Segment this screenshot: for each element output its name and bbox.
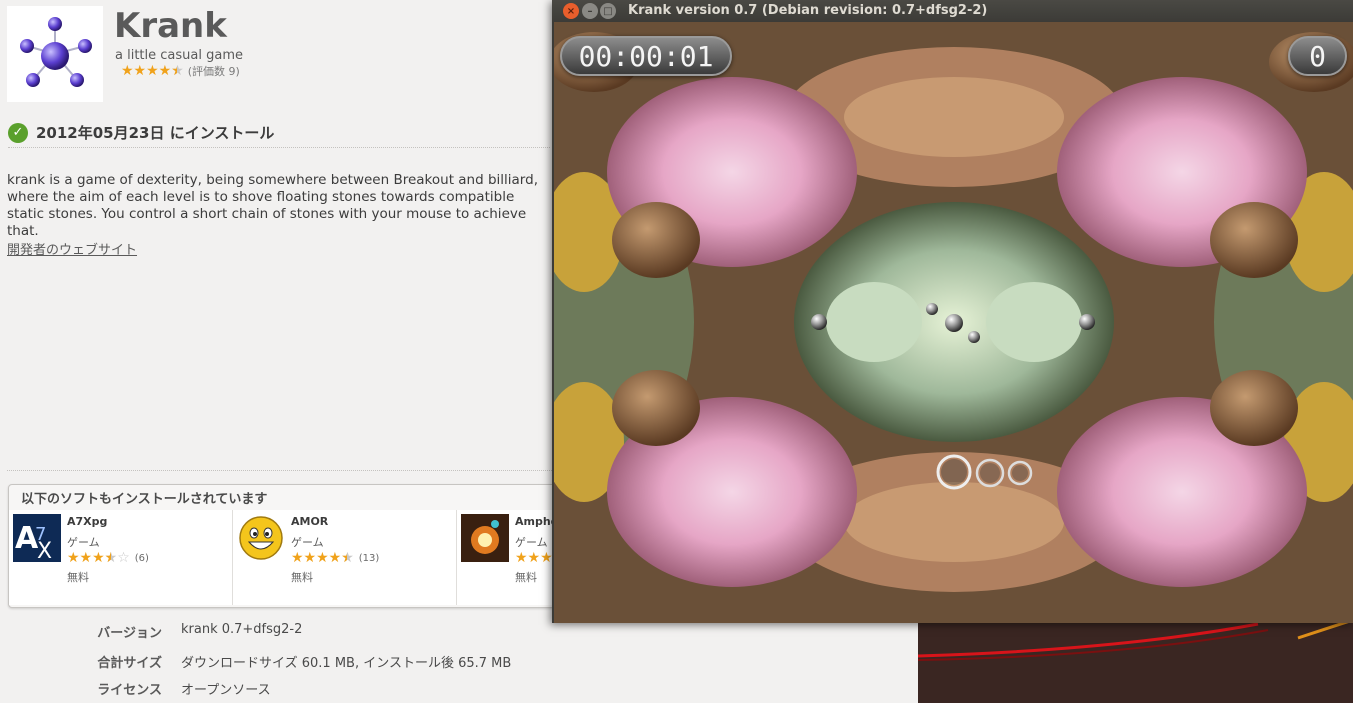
close-button[interactable]: × — [563, 3, 579, 19]
window-title: Krank version 0.7 (Debian revision: 0.7+… — [628, 3, 988, 18]
app-title: Krank — [114, 6, 227, 46]
section-divider — [7, 470, 552, 471]
tile-rating-count: (13) — [358, 552, 380, 564]
detail-value: ダウンロードサイズ 60.1 MB, インストール後 65.7 MB — [181, 656, 512, 671]
smiley-icon — [237, 514, 285, 562]
also-installed-tile-a7xpg[interactable]: A 7 X A7Xpg ゲーム ★★★★★☆ (6) 無料 — [9, 510, 233, 605]
floating-stone — [968, 331, 980, 343]
detail-value: オープンソース — [181, 683, 271, 698]
window-titlebar[interactable]: × – □ Krank version 0.7 (Debian revision… — [552, 0, 1353, 22]
detail-value: krank 0.7+dfsg2-2 — [181, 622, 303, 637]
floating-stone — [926, 303, 938, 315]
maximize-button[interactable]: □ — [600, 3, 616, 19]
install-status: ✓ 2012年05月23日 にインストール — [8, 118, 550, 148]
timer-display: 00:00:01 — [560, 36, 732, 76]
amphetamine-icon — [461, 514, 509, 562]
floating-stone — [945, 314, 963, 332]
tile-price: 無料 — [291, 571, 313, 584]
app-description: krank is a game of dexterity, being some… — [7, 172, 538, 239]
tile-category: ゲーム — [67, 536, 100, 549]
rating-stars: ★★★★★★ — [121, 63, 184, 79]
a7xpg-icon: A 7 X — [13, 514, 61, 564]
also-installed-panel: 以下のソフトもインストールされています A 7 X A7Xpg ゲーム ★★★★… — [8, 484, 568, 608]
detail-row-license: ライセンス オープンソース — [0, 679, 540, 699]
static-stone — [1079, 314, 1095, 330]
tile-price: 無料 — [515, 571, 537, 584]
detail-label: バージョン — [97, 626, 162, 641]
app-tagline: a little casual game — [115, 48, 243, 63]
tile-stars: ★★★★★★ — [291, 550, 354, 566]
tile-rating: ★★★★★☆ (6) — [67, 550, 149, 566]
minimize-button[interactable]: – — [582, 3, 598, 19]
detail-row-size: 合計サイズ ダウンロードサイズ 60.1 MB, インストール後 65.7 MB — [0, 652, 540, 672]
developer-website-link[interactable]: 開発者のウェブサイト — [7, 239, 137, 258]
app-rating: ★★★★★★ (評価数 9) — [121, 63, 240, 79]
also-installed-title: 以下のソフトもインストールされています — [21, 492, 268, 507]
krank-app-icon — [7, 6, 103, 102]
tile-stars: ★★★★★☆ — [67, 550, 130, 566]
score-display: 0 — [1288, 36, 1347, 76]
check-icon: ✓ — [8, 122, 28, 143]
tile-rating: ★★★★★★ (13) — [291, 550, 379, 566]
coral-reef-background — [554, 22, 1353, 623]
detail-label: 合計サイズ — [97, 656, 162, 671]
desktop-wallpaper — [918, 620, 1353, 703]
rating-count: (評価数 9) — [187, 65, 240, 78]
game-canvas[interactable]: 00:00:01 0 — [554, 22, 1353, 623]
detail-label: ライセンス — [97, 683, 162, 698]
installed-date-text: 2012年05月23日 にインストール — [36, 124, 275, 142]
tile-category: ゲーム — [515, 536, 548, 549]
detail-row-version: バージョン krank 0.7+dfsg2-2 — [0, 622, 540, 642]
also-installed-tile-amor[interactable]: AMOR ゲーム ★★★★★★ (13) 無料 — [233, 510, 457, 605]
svg-text:X: X — [37, 539, 52, 562]
tile-name: AMOR — [291, 515, 329, 528]
tile-price: 無料 — [67, 571, 89, 584]
krank-window: × – □ Krank version 0.7 (Debian revision… — [552, 0, 1353, 623]
tile-rating-count: (6) — [134, 552, 149, 564]
static-stone — [811, 314, 827, 330]
tile-category: ゲーム — [291, 536, 324, 549]
tile-name: A7Xpg — [67, 515, 108, 528]
